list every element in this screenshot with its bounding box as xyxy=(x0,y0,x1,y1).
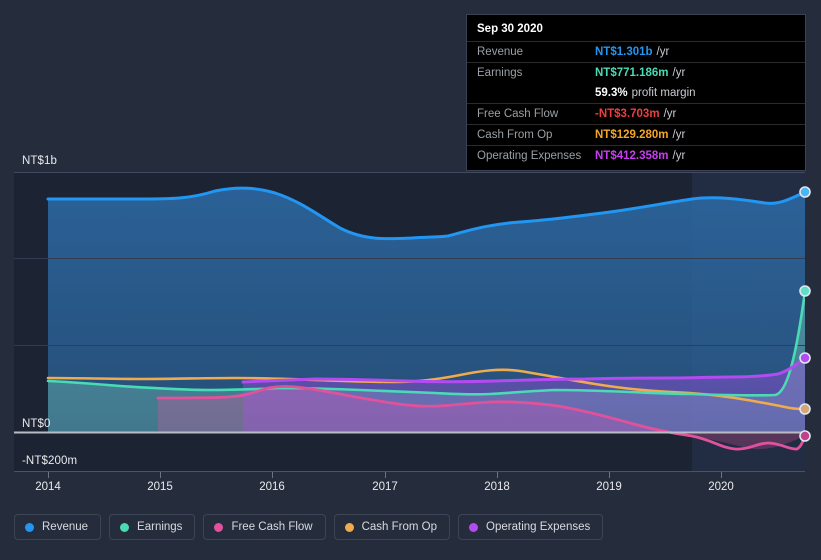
x-axis-label-2015: 2015 xyxy=(147,481,173,493)
legend-item-revenue[interactable]: Revenue xyxy=(14,514,102,540)
x-axis: 2014 2015 2016 2017 2018 2019 2020 xyxy=(0,481,821,499)
tooltip-title: Sep 30 2020 xyxy=(477,23,543,35)
legend-dot-operating-expenses-icon xyxy=(469,522,479,532)
tooltip-unit-operating-expenses: /yr xyxy=(672,150,686,162)
tooltip-row-profit-margin: 59.3% profit margin xyxy=(467,83,805,103)
x-axis-label-2020: 2020 xyxy=(708,481,734,493)
legend-dot-earnings-icon xyxy=(120,522,130,532)
tooltip-label-revenue: Revenue xyxy=(477,46,524,58)
tooltip-label-operating-expenses: Operating Expenses xyxy=(477,150,582,162)
legend-label-free-cash-flow: Free Cash Flow xyxy=(231,521,313,533)
legend-dot-cash-from-op-icon xyxy=(344,522,354,532)
x-axis-label-2018: 2018 xyxy=(484,481,510,493)
tooltip-row-free-cash-flow: Free Cash Flow -NT$3.703m /yr xyxy=(467,103,805,124)
endpoint-marker-operating-expenses xyxy=(799,352,811,364)
endpoint-marker-earnings xyxy=(799,285,811,297)
tooltip-row-earnings: Earnings NT$771.186m /yr xyxy=(467,62,805,83)
tooltip-value-free-cash-flow: -NT$3.703m xyxy=(595,108,660,120)
tooltip-unit-earnings: /yr xyxy=(672,67,686,79)
legend-dot-revenue-icon xyxy=(25,522,34,532)
tooltip-value-operating-expenses: NT$412.358m xyxy=(595,150,669,162)
tooltip-label-earnings: Earnings xyxy=(477,67,523,79)
legend-item-cash-from-op[interactable]: Cash From Op xyxy=(333,514,451,540)
endpoint-marker-revenue xyxy=(799,186,811,198)
legend-dot-free-cash-flow-icon xyxy=(214,522,224,532)
tooltip-value-earnings: NT$771.186m xyxy=(595,67,669,79)
endpoint-marker-cash-from-op xyxy=(799,403,811,415)
legend-item-free-cash-flow[interactable]: Free Cash Flow xyxy=(203,514,326,540)
endpoint-marker-free-cash-flow xyxy=(799,430,811,442)
legend-item-earnings[interactable]: Earnings xyxy=(109,514,196,540)
tooltip-label-free-cash-flow: Free Cash Flow xyxy=(477,108,559,120)
chart-tooltip: Sep 30 2020 Revenue NT$1.301b /yr Earnin… xyxy=(466,14,806,171)
tooltip-row-revenue: Revenue NT$1.301b /yr xyxy=(467,41,805,62)
tooltip-unit-cash-from-op: /yr xyxy=(672,129,686,141)
y-axis-label-1b: NT$1b xyxy=(22,155,58,167)
x-axis-label-2014: 2014 xyxy=(35,481,61,493)
legend-label-cash-from-op: Cash From Op xyxy=(361,521,438,533)
financial-chart: NT$1b NT$0 -NT$200m 2014 2015 2016 2017 … xyxy=(0,0,821,560)
tooltip-value-profit-margin: 59.3% xyxy=(595,87,628,99)
y-axis-label-zero: NT$0 xyxy=(22,418,51,430)
legend-label-earnings: Earnings xyxy=(137,521,183,533)
chart-legend: Revenue Earnings Free Cash Flow Cash Fro… xyxy=(14,514,604,540)
tooltip-unit-revenue: /yr xyxy=(656,46,670,58)
tooltip-unit-profit-margin: profit margin xyxy=(631,87,696,99)
legend-label-operating-expenses: Operating Expenses xyxy=(486,521,591,533)
tooltip-label-cash-from-op: Cash From Op xyxy=(477,129,553,141)
tooltip-row-operating-expenses: Operating Expenses NT$412.358m /yr xyxy=(467,145,805,166)
legend-item-operating-expenses[interactable]: Operating Expenses xyxy=(458,514,604,540)
tooltip-unit-free-cash-flow: /yr xyxy=(663,108,677,120)
tooltip-row-cash-from-op: Cash From Op NT$129.280m /yr xyxy=(467,124,805,145)
x-axis-label-2019: 2019 xyxy=(596,481,622,493)
x-axis-label-2016: 2016 xyxy=(259,481,285,493)
x-axis-label-2017: 2017 xyxy=(372,481,398,493)
y-axis-label-neg200: -NT$200m xyxy=(22,455,78,467)
tooltip-value-cash-from-op: NT$129.280m xyxy=(595,129,669,141)
x-axis-ticks xyxy=(48,472,722,478)
tooltip-value-revenue: NT$1.301b xyxy=(595,46,653,58)
legend-label-revenue: Revenue xyxy=(42,521,89,533)
